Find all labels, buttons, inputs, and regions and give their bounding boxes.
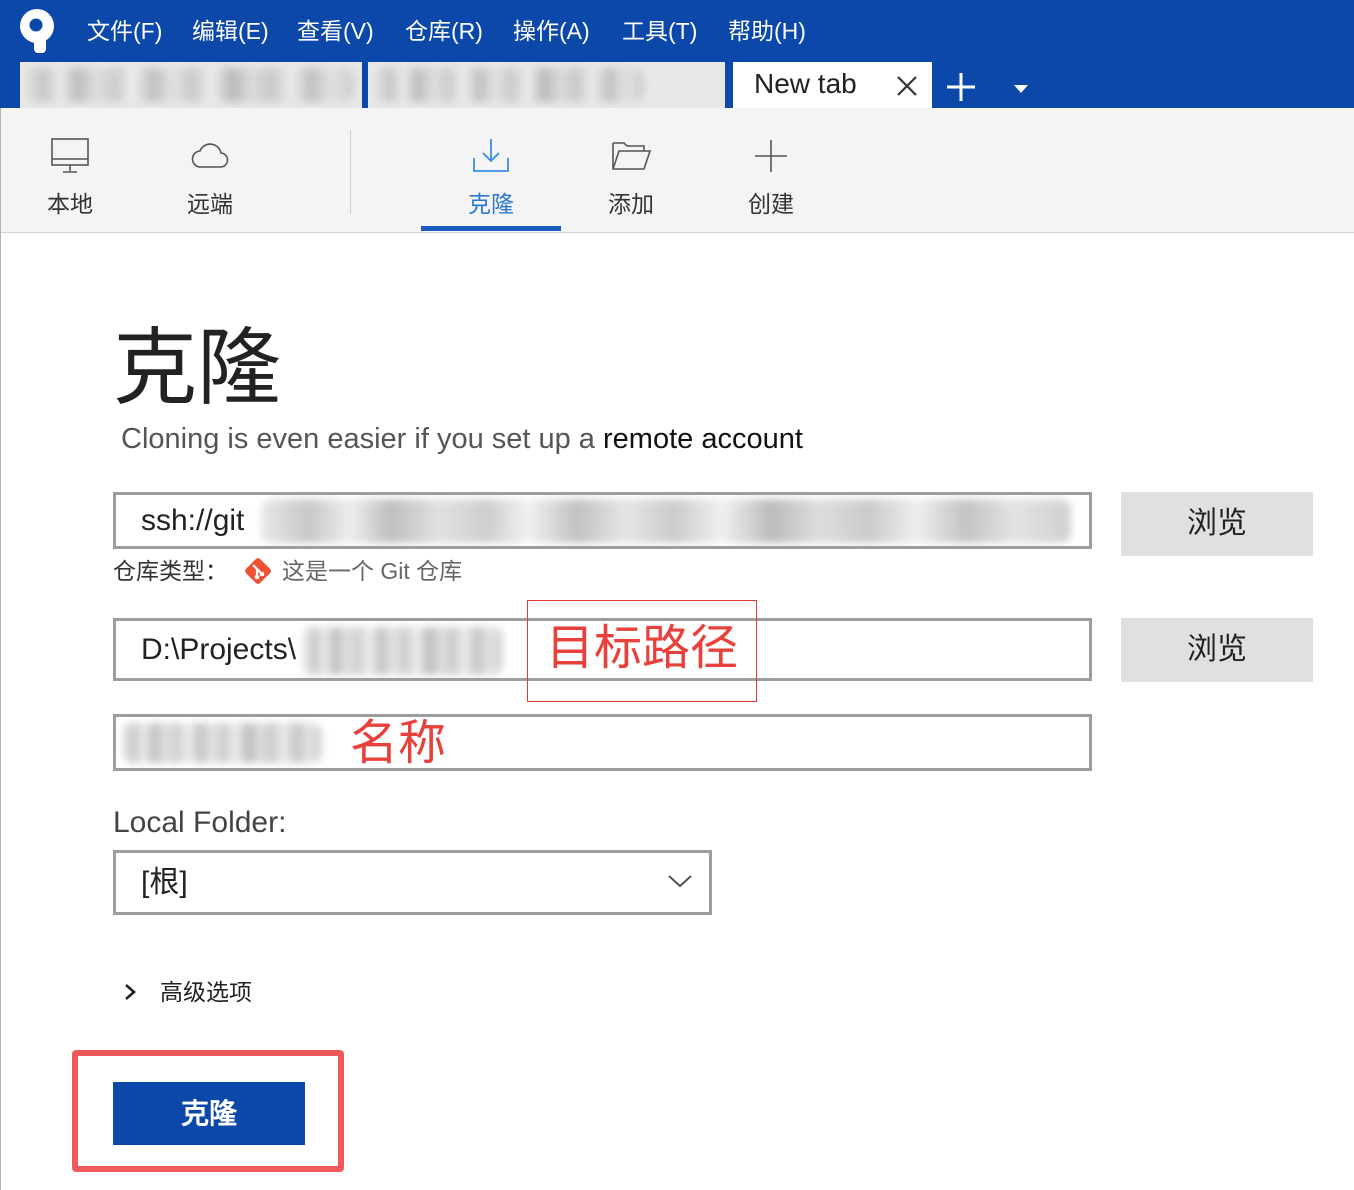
repo-type-label: 仓库类型： bbox=[113, 558, 228, 584]
local-folder-label: Local Folder: bbox=[113, 806, 287, 839]
menu-view[interactable]: 查看(V) bbox=[297, 14, 374, 48]
window-border bbox=[0, 108, 1, 1190]
menu-actions[interactable]: 操作(A) bbox=[513, 14, 590, 48]
local-folder-select[interactable]: [根] bbox=[113, 850, 712, 915]
source-url-input[interactable]: ssh://git bbox=[113, 492, 1092, 549]
chevron-right-icon bbox=[122, 982, 138, 1002]
redacted-tab-title bbox=[374, 68, 644, 102]
toolbar-remote-label: 远端 bbox=[187, 191, 233, 217]
advanced-options-label: 高级选项 bbox=[160, 979, 252, 1005]
tab-label: New tab bbox=[754, 68, 857, 99]
folder-open-icon bbox=[610, 136, 652, 176]
toolbar-create-label: 创建 bbox=[748, 191, 794, 217]
plus-icon bbox=[750, 136, 792, 176]
page-subtitle: Cloning is even easier if you set up a r… bbox=[121, 421, 803, 457]
toolbar-separator bbox=[350, 130, 351, 214]
menu-edit[interactable]: 编辑(E) bbox=[192, 14, 269, 48]
toolbar-remote-button[interactable]: 远端 bbox=[140, 108, 280, 232]
chevron-down-icon bbox=[667, 873, 693, 889]
destination-path-value: D:\Projects\ bbox=[141, 633, 297, 666]
toolbar: 本地 远端 克隆 添加 创建 bbox=[0, 108, 1354, 233]
local-folder-value: [根] bbox=[141, 866, 188, 899]
toolbar-add-button[interactable]: 添加 bbox=[561, 108, 701, 232]
toolbar-local-label: 本地 bbox=[47, 191, 93, 217]
menu-help[interactable]: 帮助(H) bbox=[728, 14, 806, 48]
redacted-tab-title bbox=[24, 68, 354, 102]
redacted-text bbox=[303, 627, 503, 675]
remote-account-link[interactable]: remote account bbox=[603, 423, 803, 455]
toolbar-local-button[interactable]: 本地 bbox=[0, 108, 140, 232]
tab-redacted-1[interactable] bbox=[20, 62, 362, 108]
close-icon[interactable] bbox=[895, 74, 919, 98]
tab-redacted-2[interactable] bbox=[368, 62, 725, 108]
git-icon bbox=[242, 555, 274, 587]
menu-tools[interactable]: 工具(T) bbox=[622, 14, 697, 48]
annotation-name-label: 名称 bbox=[350, 717, 447, 770]
menu-repository[interactable]: 仓库(R) bbox=[405, 14, 483, 48]
toolbar-add-label: 添加 bbox=[608, 191, 654, 217]
repo-type-value: 这是一个 Git 仓库 bbox=[282, 558, 463, 584]
name-input[interactable] bbox=[113, 714, 1092, 771]
toolbar-clone-button[interactable]: 克隆 bbox=[421, 108, 561, 232]
repo-type-row: 仓库类型： 这是一个 Git 仓库 bbox=[113, 556, 462, 586]
toolbar-create-button[interactable]: 创建 bbox=[701, 108, 841, 232]
download-icon bbox=[470, 136, 512, 176]
browse-destination-button[interactable]: 浏览 bbox=[1121, 618, 1313, 682]
monitor-icon bbox=[49, 136, 91, 176]
sourcetree-logo-icon bbox=[17, 8, 59, 54]
clone-button[interactable]: 克隆 bbox=[113, 1082, 305, 1145]
title-bar: 文件(F) 编辑(E) 查看(V) 仓库(R) 操作(A) 工具(T) 帮助(H… bbox=[0, 0, 1354, 108]
source-url-value: ssh://git bbox=[141, 504, 245, 537]
redacted-text bbox=[261, 499, 1071, 543]
subtitle-text: Cloning is even easier if you set up a bbox=[121, 423, 603, 455]
cloud-icon bbox=[189, 136, 231, 176]
tab-new-tab[interactable]: New tab bbox=[733, 62, 932, 108]
menu-file[interactable]: 文件(F) bbox=[87, 14, 162, 48]
annotation-destination-box: 目标路径 bbox=[527, 600, 757, 702]
toolbar-clone-label: 克隆 bbox=[468, 191, 514, 217]
new-tab-plus-icon[interactable] bbox=[944, 70, 978, 104]
selected-tab-indicator bbox=[421, 226, 561, 231]
redacted-text bbox=[122, 723, 322, 763]
page-title: 克隆 bbox=[113, 321, 282, 415]
tab-dropdown-caret-icon[interactable] bbox=[1012, 82, 1030, 94]
annotation-destination-label: 目标路径 bbox=[545, 622, 738, 675]
browse-source-button[interactable]: 浏览 bbox=[1121, 492, 1313, 556]
advanced-options-toggle[interactable]: 高级选项 bbox=[122, 976, 252, 1008]
